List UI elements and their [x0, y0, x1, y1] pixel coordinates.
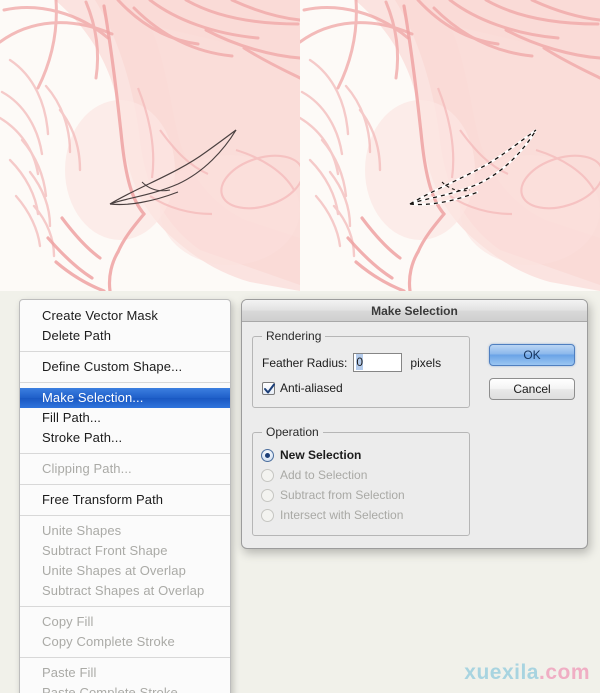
feather-radius-unit: pixels — [410, 355, 442, 370]
menu-item-subtract-shapes-at-overlap: Subtract Shapes at Overlap — [42, 583, 205, 598]
anti-aliased-checkbox[interactable] — [262, 381, 275, 395]
radio-subtract-from-selection-icon — [261, 488, 274, 502]
anti-aliased-label: Anti-aliased — [280, 381, 343, 395]
anti-aliased-row[interactable]: Anti-aliased — [262, 381, 343, 395]
menu-group-5: Free Transform Path — [20, 488, 230, 512]
path-context-menu[interactable]: Create Vector Mask Delete Path Define Cu… — [19, 299, 231, 693]
menu-group-8: Paste Fill Paste Complete Stroke — [20, 661, 230, 693]
radio-row-intersect-with-selection: Intersect with Selection — [261, 505, 405, 525]
operation-groupbox: Operation New Selection Add to Selection… — [252, 425, 470, 536]
feather-radius-input[interactable]: 0 — [353, 353, 403, 372]
menu-item-clipping-path: Clipping Path... — [42, 461, 132, 476]
menu-group-1: Create Vector Mask Delete Path — [20, 304, 230, 348]
radio-row-new-selection[interactable]: New Selection — [261, 445, 405, 465]
menu-group-3: Make Selection... Fill Path... Stroke Pa… — [20, 386, 230, 450]
dialog-body: Rendering Feather Radius: 0 pixels Anti-… — [242, 322, 587, 548]
ok-button[interactable]: OK — [489, 344, 575, 366]
menu-item-subtract-front-shape: Subtract Front Shape — [42, 543, 168, 558]
radio-row-subtract-from-selection: Subtract from Selection — [261, 485, 405, 505]
menu-separator — [20, 515, 230, 516]
cancel-button[interactable]: Cancel — [489, 378, 575, 400]
radio-intersect-with-selection-icon — [261, 508, 274, 522]
rendering-legend: Rendering — [262, 329, 326, 343]
operation-radio-list: New Selection Add to Selection Subtract … — [261, 445, 405, 525]
radio-new-selection-label: New Selection — [280, 448, 362, 462]
menu-separator — [20, 657, 230, 658]
menu-item-create-vector-mask[interactable]: Create Vector Mask — [20, 306, 230, 326]
watermark-tld: .com — [538, 661, 590, 684]
feather-radius-label: Feather Radius: — [262, 355, 348, 370]
radio-add-to-selection-icon — [261, 468, 274, 482]
radio-add-to-selection-label: Add to Selection — [280, 468, 368, 482]
menu-separator — [20, 484, 230, 485]
artwork-panel-left[interactable] — [0, 0, 300, 291]
artwork-canvas-area — [0, 0, 600, 291]
feather-radius-value: 0 — [356, 354, 364, 370]
menu-separator — [20, 453, 230, 454]
menu-separator — [20, 382, 230, 383]
sketch-illustration-left — [0, 0, 300, 291]
operation-legend: Operation — [262, 425, 323, 439]
menu-item-make-selection[interactable]: Make Selection... — [20, 388, 230, 408]
menu-item-paste-fill: Paste Fill — [42, 665, 97, 680]
menu-item-unite-shapes-at-overlap: Unite Shapes at Overlap — [42, 563, 186, 578]
checkmark-icon — [264, 383, 275, 393]
menu-item-define-custom-shape[interactable]: Define Custom Shape... — [20, 357, 230, 377]
watermark-name: xuexila — [464, 661, 539, 684]
menu-item-paste-complete-stroke: Paste Complete Stroke — [42, 685, 178, 693]
site-watermark: xuexila.com — [464, 661, 590, 685]
menu-group-7: Copy Fill Copy Complete Stroke — [20, 610, 230, 654]
menu-separator — [20, 606, 230, 607]
menu-item-copy-complete-stroke: Copy Complete Stroke — [42, 634, 175, 649]
menu-group-6: Unite Shapes Subtract Front Shape Unite … — [20, 519, 230, 603]
dialog-titlebar[interactable]: Make Selection — [242, 300, 587, 322]
menu-separator — [20, 351, 230, 352]
menu-item-unite-shapes: Unite Shapes — [42, 523, 122, 538]
menu-item-delete-path[interactable]: Delete Path — [20, 326, 230, 346]
menu-item-fill-path[interactable]: Fill Path... — [20, 408, 230, 428]
radio-row-add-to-selection: Add to Selection — [261, 465, 405, 485]
make-selection-dialog[interactable]: Make Selection Rendering Feather Radius:… — [241, 299, 588, 549]
menu-item-stroke-path[interactable]: Stroke Path... — [20, 428, 230, 448]
menu-item-free-transform-path[interactable]: Free Transform Path — [20, 490, 230, 510]
artwork-panel-right[interactable] — [300, 0, 600, 291]
menu-item-copy-fill: Copy Fill — [42, 614, 94, 629]
radio-intersect-with-selection-label: Intersect with Selection — [280, 508, 404, 522]
rendering-groupbox: Rendering Feather Radius: 0 pixels Anti-… — [252, 329, 470, 408]
feather-radius-row: Feather Radius: 0 pixels — [262, 353, 441, 372]
dialog-title: Make Selection — [371, 303, 458, 318]
menu-group-4: Clipping Path... — [20, 457, 230, 481]
radio-new-selection-icon[interactable] — [261, 448, 274, 462]
dialog-button-column: OK Cancel — [489, 344, 575, 412]
radio-subtract-from-selection-label: Subtract from Selection — [280, 488, 405, 502]
sketch-illustration-right — [300, 0, 600, 291]
menu-group-2: Define Custom Shape... — [20, 355, 230, 379]
screenshot-root: Create Vector Mask Delete Path Define Cu… — [0, 0, 600, 693]
